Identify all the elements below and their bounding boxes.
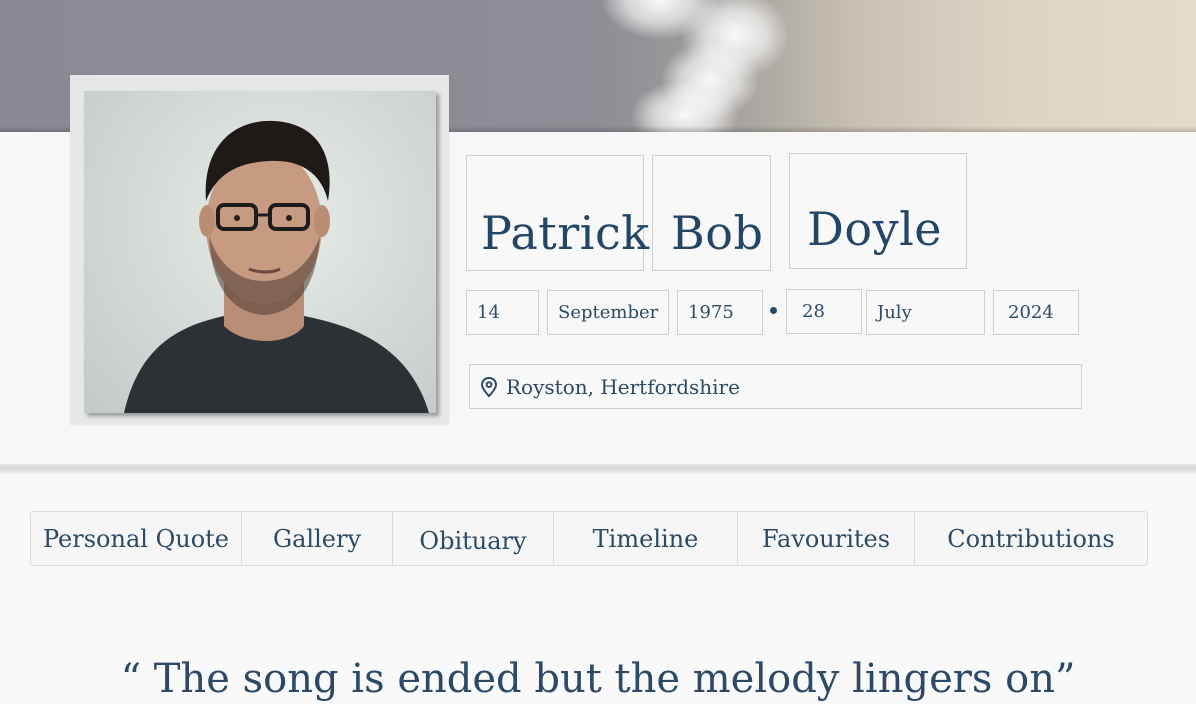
map-pin-icon [480, 376, 498, 397]
last-name: Doyle [789, 153, 967, 269]
first-name: Patrick [466, 155, 649, 271]
birth-month: September [547, 290, 669, 335]
section-divider [0, 464, 1196, 474]
location-field: Royston, Hertfordshire [469, 364, 1082, 409]
tab-favourites[interactable]: Favourites [738, 512, 915, 565]
death-day: 28 [786, 289, 862, 334]
birth-day: 14 [466, 290, 539, 335]
middle-name: Bob [652, 155, 771, 271]
location-text: Royston, Hertfordshire [506, 374, 740, 399]
tab-obituary[interactable]: Obituary [393, 512, 554, 565]
tab-timeline[interactable]: Timeline [554, 512, 738, 565]
tab-contributions[interactable]: Contributions [915, 512, 1147, 565]
tab-personal-quote[interactable]: Personal Quote [31, 512, 242, 565]
birth-year: 1975 [677, 290, 763, 335]
profile-tabs: Personal Quote Gallery Obituary Timeline… [30, 511, 1148, 566]
personal-quote: “ The song is ended but the melody linge… [120, 656, 1076, 702]
death-year: 2024 [993, 290, 1079, 335]
tab-gallery[interactable]: Gallery [242, 512, 393, 565]
date-separator [770, 307, 777, 314]
profile-photo [84, 91, 436, 413]
death-month: July [866, 290, 985, 335]
